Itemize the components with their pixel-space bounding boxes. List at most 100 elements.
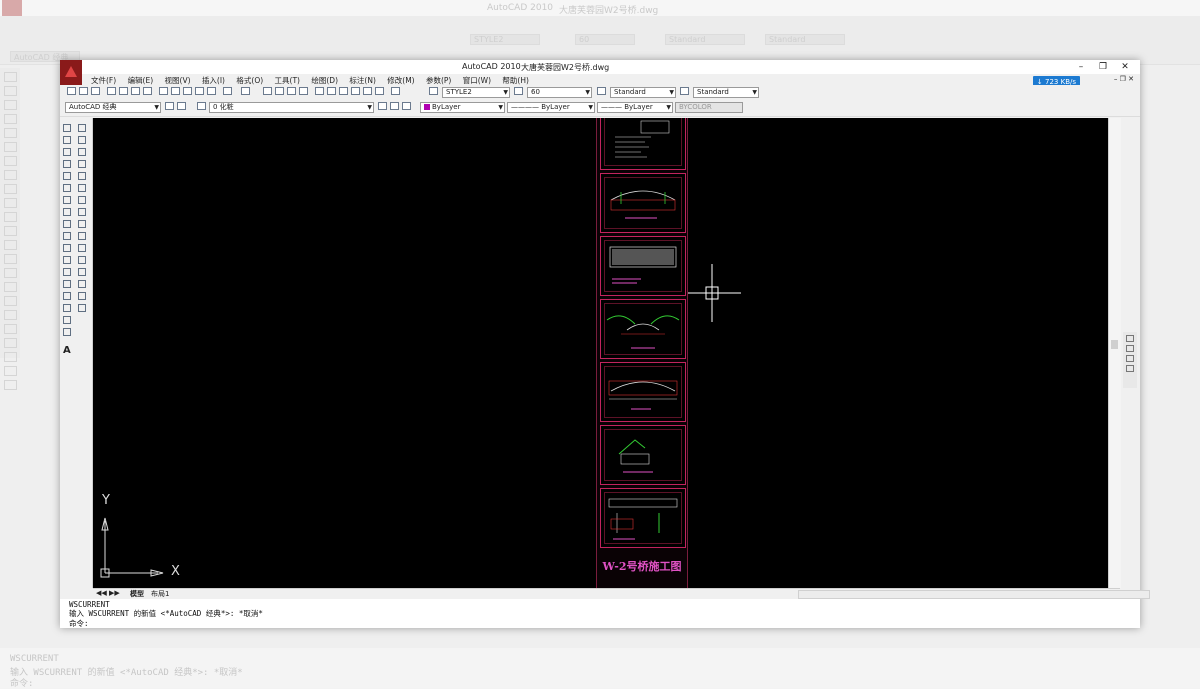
make-block-icon[interactable] [63, 268, 71, 276]
hatch-icon[interactable] [63, 292, 71, 300]
zoom-previous-icon[interactable] [299, 87, 308, 95]
sheet-detail[interactable] [600, 425, 686, 485]
design-center-icon[interactable] [327, 87, 336, 95]
plot-preview-icon[interactable] [119, 87, 128, 95]
vertical-scrollbar-thumb[interactable] [1111, 340, 1118, 349]
insert-block-icon[interactable] [63, 256, 71, 264]
arc-icon[interactable] [63, 184, 71, 192]
command-line[interactable]: WSCURRENT 输入 WSCURRENT 的新值 <*AutoCAD 经典*… [60, 599, 1140, 628]
help-icon[interactable] [391, 87, 400, 95]
gear-icon[interactable] [177, 102, 186, 110]
tab-model[interactable]: 模型 [130, 589, 144, 599]
dock-tool-icon[interactable] [1126, 355, 1134, 362]
text-style-icon[interactable] [429, 87, 438, 95]
move-icon[interactable] [78, 184, 86, 192]
drawing-area[interactable]: Y X W-2号桥施工图 [93, 118, 1108, 588]
layer-state-icon[interactable] [402, 102, 411, 110]
join-icon[interactable] [78, 268, 86, 276]
offset-icon[interactable] [78, 160, 86, 168]
minimize-button[interactable]: – [1070, 61, 1092, 73]
trim-icon[interactable] [78, 232, 86, 240]
explode-icon[interactable] [78, 304, 86, 312]
multiline-text-icon[interactable]: A [63, 345, 71, 356]
scale-icon[interactable] [78, 208, 86, 216]
dim-style-icon[interactable] [514, 87, 523, 95]
sheet-section[interactable] [600, 299, 686, 359]
tool-palettes-icon[interactable] [339, 87, 348, 95]
table-style-select[interactable]: Standard ▼ [693, 87, 759, 98]
command-prompt[interactable]: 命令: [69, 618, 89, 629]
layer-select[interactable]: 0 化粧 ▼ [209, 102, 374, 113]
stretch-icon[interactable] [78, 220, 86, 228]
dock-tool-icon[interactable] [1126, 365, 1134, 372]
ellipse-icon[interactable] [63, 232, 71, 240]
table-icon[interactable] [63, 328, 71, 336]
region-icon[interactable] [63, 316, 71, 324]
markup-icon[interactable] [363, 87, 372, 95]
rotate-icon[interactable] [78, 196, 86, 204]
save-icon[interactable] [91, 87, 100, 95]
polygon-icon[interactable] [63, 160, 71, 168]
dock-tool-icon[interactable] [1126, 345, 1134, 352]
cut-icon[interactable] [159, 87, 168, 95]
circle-icon[interactable] [63, 196, 71, 204]
paste-icon[interactable] [183, 87, 192, 95]
dim-style-select[interactable]: Standard ▼ [610, 87, 676, 98]
plot-icon[interactable] [107, 87, 116, 95]
sheet-plan[interactable] [600, 236, 686, 296]
polyline-icon[interactable] [63, 148, 71, 156]
zoom-realtime-icon[interactable] [275, 87, 284, 95]
break-icon[interactable] [78, 256, 86, 264]
revision-cloud-icon[interactable] [63, 208, 71, 216]
properties-icon[interactable] [315, 87, 324, 95]
vertical-scrollbar[interactable] [1108, 118, 1121, 588]
chamfer-icon[interactable] [78, 280, 86, 288]
quickcalc-icon[interactable] [375, 87, 384, 95]
horizontal-scrollbar[interactable] [798, 590, 1150, 599]
pan-icon[interactable] [263, 87, 272, 95]
table-style-icon[interactable] [680, 87, 689, 95]
close-button[interactable]: ✕ [1114, 61, 1136, 73]
application-menu-button[interactable] [60, 60, 82, 86]
erase-icon[interactable] [78, 124, 86, 132]
linetype-select[interactable]: ———— ByLayer ▼ [507, 102, 595, 113]
sheet-notes[interactable] [600, 118, 686, 170]
layer-previous-icon[interactable] [390, 102, 399, 110]
tab-layout1[interactable]: 布局1 [151, 589, 169, 599]
open-icon[interactable] [79, 87, 88, 95]
gradient-icon[interactable] [63, 304, 71, 312]
point-icon[interactable] [63, 280, 71, 288]
copy-icon[interactable] [171, 87, 180, 95]
ellipse-arc-icon[interactable] [63, 244, 71, 252]
array-icon[interactable] [78, 172, 86, 180]
tab-nav-arrows[interactable]: ◀◀ ▶▶ [96, 589, 120, 597]
workspace-select[interactable]: AutoCAD 经典 ▼ [65, 102, 161, 113]
sheet-set-icon[interactable] [351, 87, 360, 95]
redo-icon[interactable] [241, 87, 250, 95]
line-icon[interactable] [63, 124, 71, 132]
lineweight-select[interactable]: ——— ByLayer ▼ [597, 102, 673, 113]
publish-icon[interactable] [131, 87, 140, 95]
layer-properties-icon[interactable] [197, 102, 206, 110]
zoom-window-icon[interactable] [287, 87, 296, 95]
color-select[interactable]: ByLayer ▼ [420, 102, 505, 113]
sheet-railing[interactable] [600, 362, 686, 422]
match-properties-icon[interactable] [195, 87, 204, 95]
annotation-scale-select[interactable]: 60 ▼ [527, 87, 592, 98]
extend-icon[interactable] [78, 244, 86, 252]
make-current-layer-icon[interactable] [378, 102, 387, 110]
sheet-structure[interactable] [600, 488, 686, 548]
mirror-icon[interactable] [78, 148, 86, 156]
rectangle-icon[interactable] [63, 172, 71, 180]
undo-icon[interactable] [223, 87, 232, 95]
block-editor-icon[interactable] [207, 87, 216, 95]
fillet-icon[interactable] [78, 292, 86, 300]
workspace-settings-icon[interactable] [165, 102, 174, 110]
new-icon[interactable] [67, 87, 76, 95]
sheet-elevation[interactable] [600, 173, 686, 233]
3d-dwf-icon[interactable] [143, 87, 152, 95]
text-style-select[interactable]: STYLE2 ▼ [442, 87, 510, 98]
dock-tool-icon[interactable] [1126, 335, 1134, 342]
copy-object-icon[interactable] [78, 136, 86, 144]
document-controls[interactable]: – ❐ ✕ [1114, 74, 1134, 83]
